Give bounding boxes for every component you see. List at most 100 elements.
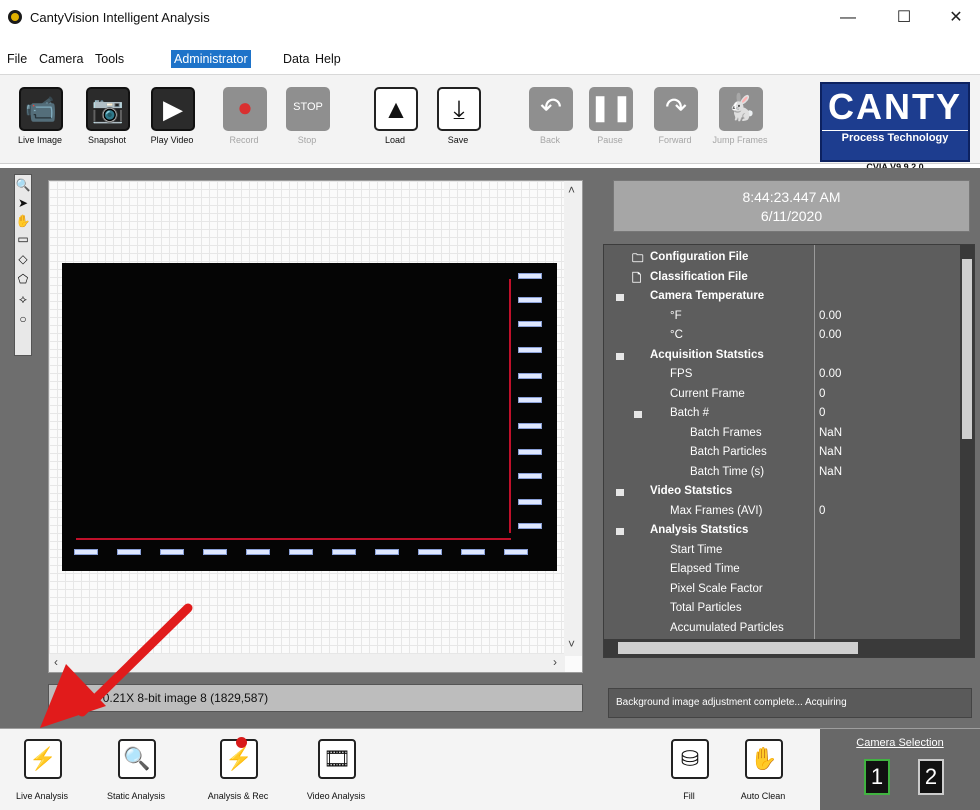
tree-row[interactable]: Analysis Statstics bbox=[604, 522, 964, 541]
pause-button[interactable]: ❚❚ Pause bbox=[580, 85, 640, 161]
tree-row[interactable]: FPS 0.00 bbox=[604, 366, 964, 385]
camera-1-button[interactable]: 1 bbox=[864, 759, 890, 795]
load-image-icon: ▲ bbox=[374, 87, 418, 131]
tree-row-value: 0 bbox=[819, 387, 826, 400]
tree-row[interactable]: °F 0.00 bbox=[604, 308, 964, 327]
close-button[interactable]: ✕ bbox=[936, 4, 976, 32]
camera-2-button[interactable]: 2 bbox=[918, 759, 944, 795]
save-button[interactable]: ⤓ Save bbox=[428, 85, 488, 161]
bottom-bar: ⚡ Live Analysis 🔍 Static Analysis ⚡ Anal… bbox=[0, 728, 980, 810]
tree-vertical-scrollbar[interactable] bbox=[960, 245, 974, 640]
file-icon: 🗋 bbox=[632, 272, 642, 285]
tree-row[interactable]: 🗋 Classification File bbox=[604, 269, 964, 288]
scroll-up-icon[interactable]: ˄ bbox=[568, 183, 575, 197]
tree-row[interactable]: 🗀 Configuration File bbox=[604, 249, 964, 268]
scroll-left-icon[interactable]: ‹ bbox=[54, 655, 58, 669]
lightning-icon: ⚡ bbox=[24, 739, 62, 779]
tree-row[interactable]: Elapsed Time bbox=[604, 561, 964, 580]
y-ruler-tag bbox=[518, 449, 542, 455]
image-viewer[interactable]: ˄ ˅ ‹ › bbox=[48, 180, 583, 673]
camera-snapshot-icon: 📷 bbox=[86, 87, 130, 131]
tree-row[interactable]: Pixel Scale Factor bbox=[604, 581, 964, 600]
jump-frames-button[interactable]: 🐇 Jump Frames bbox=[710, 85, 770, 161]
load-button[interactable]: ▲ Load bbox=[365, 85, 425, 161]
auto-clean-button[interactable]: ✋ Auto Clean bbox=[727, 739, 799, 809]
tree-row[interactable]: Accumulated Particles bbox=[604, 620, 964, 639]
back-arrow-icon: ↶ bbox=[529, 87, 573, 131]
scroll-right-icon[interactable]: › bbox=[553, 655, 557, 669]
tree-scroll-thumb[interactable] bbox=[962, 259, 972, 439]
tree-row[interactable]: Batch Frames NaN bbox=[604, 425, 964, 444]
tree-row-value: NaN bbox=[819, 446, 843, 458]
tree-row[interactable]: Video Statstics bbox=[604, 483, 964, 502]
tree-collapse-icon[interactable] bbox=[634, 411, 642, 418]
stop-button[interactable]: STOP Stop bbox=[277, 85, 337, 161]
tree-row-label: Camera Temperature bbox=[650, 290, 765, 302]
window-title: CantyVision Intelligent Analysis bbox=[30, 10, 210, 25]
analysis-rec-label: Analysis & Rec bbox=[207, 791, 269, 801]
tree-row[interactable]: °C 0.00 bbox=[604, 327, 964, 346]
fill-button[interactable]: ⛁ Fill bbox=[653, 739, 725, 809]
static-analysis-button[interactable]: 🔍 Static Analysis bbox=[100, 739, 172, 809]
tree-row-value: 0 bbox=[819, 504, 826, 517]
menu-administrator[interactable]: Administrator bbox=[171, 50, 251, 68]
tree-collapse-icon[interactable] bbox=[616, 294, 624, 301]
tree-row-label: Batch # bbox=[670, 407, 709, 419]
menu-data[interactable]: Data bbox=[280, 50, 312, 68]
minimize-button[interactable]: — bbox=[828, 4, 868, 32]
rectangle-tool-icon[interactable]: ▭ bbox=[15, 231, 31, 248]
tree-row-label: Analysis Statstics bbox=[650, 524, 749, 536]
camera-selection-label[interactable]: Camera Selection bbox=[820, 737, 980, 749]
logo-subtitle: Process Technology bbox=[822, 130, 968, 144]
analysis-rec-button[interactable]: ⚡ Analysis & Rec bbox=[202, 737, 274, 809]
tree-row[interactable]: Max Frames (AVI) 0 bbox=[604, 503, 964, 522]
camera-cctv-icon: 📹 bbox=[19, 87, 63, 131]
y-ruler-tag bbox=[518, 321, 542, 327]
film-lightning-icon: 🎞 bbox=[318, 739, 356, 779]
back-button[interactable]: ↶ Back bbox=[520, 85, 580, 161]
maximize-button[interactable]: ☐ bbox=[884, 4, 924, 32]
canty-logo: CANTY Process Technology bbox=[820, 82, 970, 162]
zoom-tool-icon[interactable]: 🔍 bbox=[15, 177, 31, 194]
menu-file[interactable]: File bbox=[4, 50, 30, 68]
scroll-down-icon[interactable]: ˅ bbox=[568, 637, 575, 651]
lightning-record-icon: ⚡ bbox=[220, 737, 258, 779]
forward-button[interactable]: ↷ Forward bbox=[645, 85, 705, 161]
freehand-tool-icon[interactable]: ⟡ bbox=[15, 291, 31, 308]
pointer-tool-icon[interactable]: ➤ bbox=[15, 195, 31, 212]
tree-row-label: Batch Particles bbox=[690, 446, 767, 458]
menu-help[interactable]: Help bbox=[312, 50, 344, 68]
tree-row[interactable]: Acquisition Statstics bbox=[604, 347, 964, 366]
record-button[interactable]: ● Record bbox=[214, 85, 274, 161]
play-video-button[interactable]: ▶ Play Video bbox=[142, 85, 202, 161]
tree-row[interactable]: Batch Time (s) NaN bbox=[604, 464, 964, 483]
tree-row[interactable]: Total Particles bbox=[604, 600, 964, 619]
tree-row[interactable]: Current Frame 0 bbox=[604, 386, 964, 405]
ellipse-tool-icon[interactable]: ○ bbox=[15, 311, 31, 328]
video-analysis-button[interactable]: 🎞 Video Analysis bbox=[300, 739, 372, 809]
load-label: Load bbox=[384, 135, 406, 145]
tree-collapse-icon[interactable] bbox=[616, 352, 624, 360]
diamond-tool-icon[interactable]: ◇ bbox=[15, 251, 31, 268]
tree-row[interactable]: Start Time bbox=[604, 542, 964, 561]
menu-tools[interactable]: Tools bbox=[92, 50, 127, 68]
tree-row[interactable]: Camera Temperature bbox=[604, 288, 964, 307]
tree-collapse-icon[interactable] bbox=[616, 528, 624, 535]
pan-hand-tool-icon[interactable]: ✋ bbox=[15, 213, 31, 230]
tree-row[interactable]: Batch Particles NaN bbox=[604, 444, 964, 463]
tree-row[interactable]: Batch # 0 bbox=[604, 405, 964, 424]
tree-horizontal-scrollbar[interactable] bbox=[604, 639, 974, 657]
tree-row-label: Elapsed Time bbox=[670, 563, 740, 575]
snapshot-button[interactable]: 📷 Snapshot bbox=[77, 85, 137, 161]
polygon-tool-icon[interactable]: ⬠ bbox=[15, 271, 31, 288]
live-image-button[interactable]: 📹 Live Image bbox=[10, 85, 70, 161]
viewer-vertical-scrollbar[interactable]: ˄ ˅ bbox=[564, 181, 582, 656]
menu-camera[interactable]: Camera bbox=[36, 50, 86, 68]
x-ruler-tag bbox=[332, 549, 356, 555]
message-bar: Background image adjustment complete... … bbox=[608, 688, 972, 718]
live-analysis-button[interactable]: ⚡ Live Analysis bbox=[6, 739, 78, 809]
tree-hscroll-thumb[interactable] bbox=[618, 642, 858, 654]
viewer-horizontal-scrollbar[interactable]: ‹ › bbox=[49, 654, 565, 672]
statistics-tree[interactable]: 🗀 Configuration File 🗋 Classification File C… bbox=[603, 244, 975, 658]
tree-collapse-icon[interactable] bbox=[616, 489, 624, 496]
